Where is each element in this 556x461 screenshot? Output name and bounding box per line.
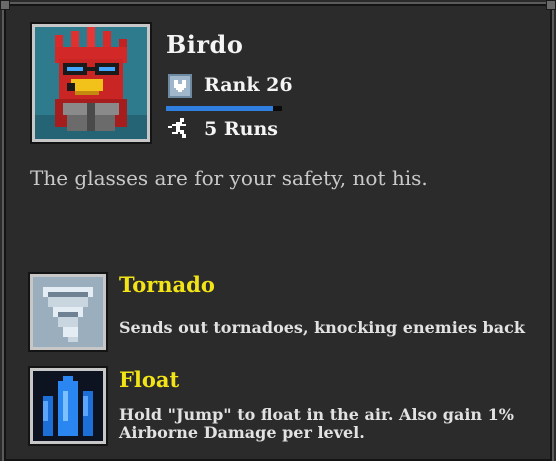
running-man-icon [168, 118, 190, 140]
rank-shield-icon [166, 72, 194, 100]
character-panel: Birdo Rank 26 5 Runs The glasses are for… [0, 0, 556, 461]
rank-label: Rank 26 [204, 74, 293, 96]
float-icon [30, 368, 106, 444]
birdo-portrait-art [35, 27, 147, 139]
character-name: Birdo [166, 30, 244, 59]
panel-corner-top-left [0, 0, 10, 10]
character-description: The glasses are for your safety, not his… [30, 166, 428, 190]
rank-progress-fill [166, 106, 273, 111]
ability-description-float: Hold "Jump" to float in the air. Also ga… [119, 405, 514, 442]
panel-corner-top-right [546, 0, 556, 10]
tornado-icon [30, 274, 106, 350]
runs-label: 5 Runs [204, 118, 278, 140]
ability-name-tornado: Tornado [119, 272, 215, 297]
character-portrait [32, 24, 150, 142]
ability-description-tornado: Sends out tornadoes, knocking enemies ba… [119, 318, 525, 337]
ability-name-float: Float [119, 367, 180, 392]
rank-progress-bar [166, 106, 282, 111]
